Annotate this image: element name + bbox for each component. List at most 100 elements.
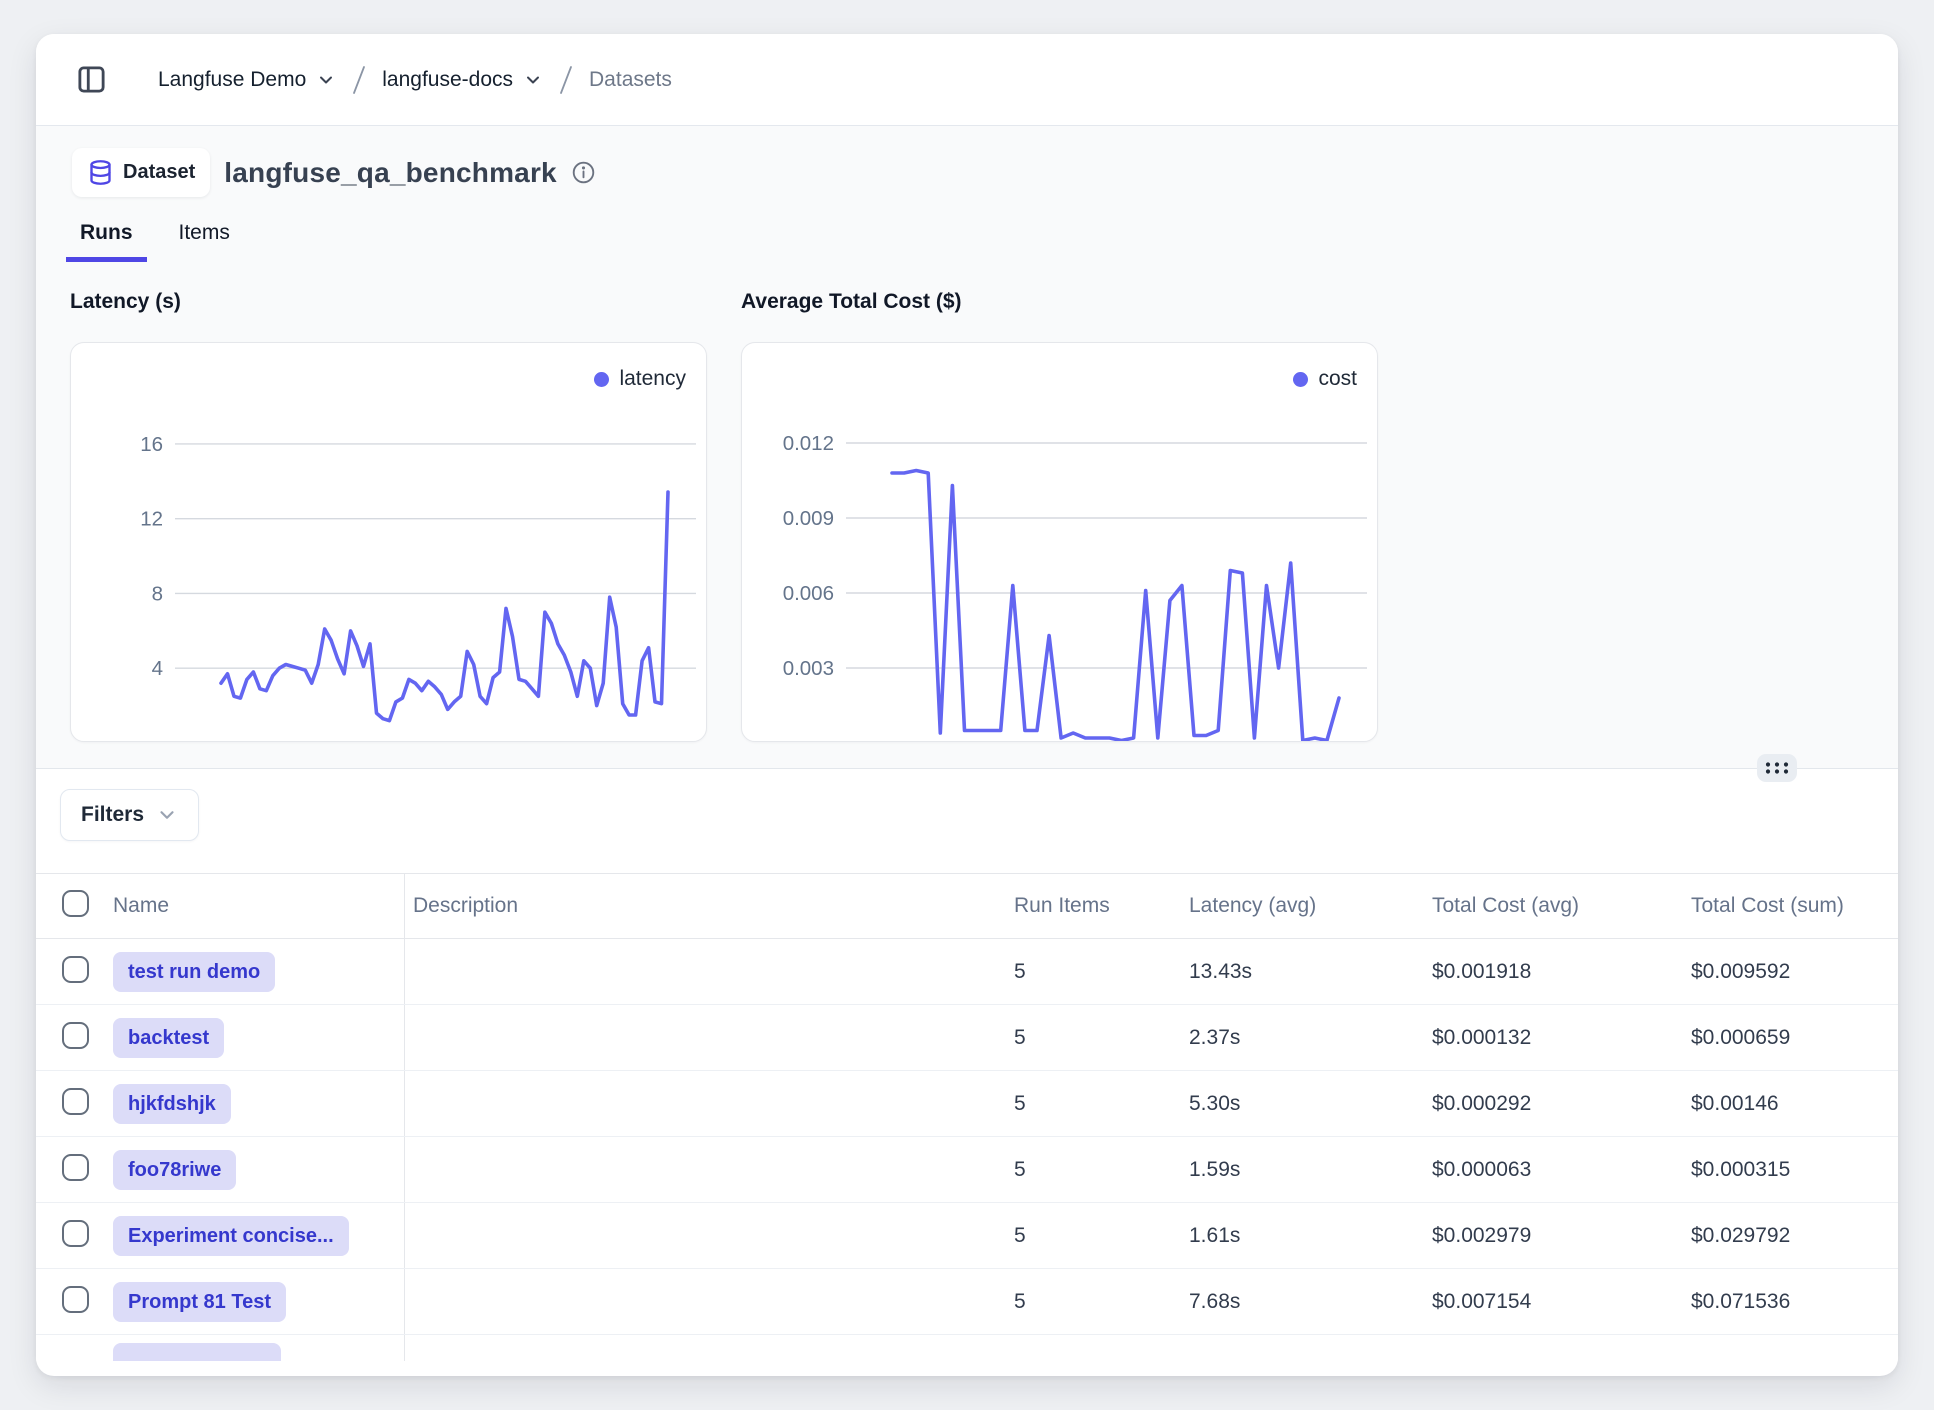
- chevron-down-icon: [316, 70, 336, 90]
- row-checkbox[interactable]: [62, 1088, 89, 1115]
- svg-text:4: 4: [152, 657, 163, 680]
- table-row[interactable]: Prompt 81 Test 5 7.68s $0.007154 $0.0715…: [36, 1269, 1898, 1335]
- latency-chart: 16 12 8 4: [71, 343, 707, 742]
- run-name-badge[interactable]: Prompt 81 Test: [113, 1282, 286, 1322]
- cost-chart-group: Average Total Cost ($) 0.0120.0090.0060.…: [741, 290, 1378, 742]
- run-total-cost-avg: $0.000292: [1432, 1092, 1691, 1116]
- run-name-badge[interactable]: test run demo: [113, 952, 275, 992]
- run-items-count: 5: [1014, 960, 1189, 984]
- table-row[interactable]: [36, 1335, 1898, 1361]
- row-checkbox[interactable]: [62, 1286, 89, 1313]
- top-header: Langfuse Demo langfuse-docs Datasets: [36, 34, 1898, 126]
- column-header-run-items[interactable]: Run Items: [1014, 894, 1189, 918]
- breadcrumb: Langfuse Demo langfuse-docs Datasets: [158, 64, 672, 96]
- cost-chart-card: 0.0120.0090.0060.003 cost: [741, 342, 1378, 742]
- svg-text:0.012: 0.012: [783, 432, 834, 455]
- cost-legend: cost: [1293, 367, 1357, 391]
- column-header-total-cost-sum[interactable]: Total Cost (sum): [1691, 894, 1898, 918]
- latency-legend: latency: [594, 367, 686, 391]
- cost-chart-title: Average Total Cost ($): [741, 290, 1378, 314]
- chevron-down-icon: [156, 804, 178, 826]
- run-name-badge[interactable]: [113, 1343, 281, 1361]
- row-checkbox[interactable]: [62, 1154, 89, 1181]
- run-name-badge[interactable]: hjkfdshjk: [113, 1084, 231, 1124]
- svg-text:16: 16: [140, 433, 163, 456]
- cost-chart: 0.0120.0090.0060.003: [742, 343, 1378, 742]
- run-latency-avg: 1.59s: [1189, 1158, 1432, 1182]
- breadcrumb-org[interactable]: Langfuse Demo: [158, 68, 336, 92]
- section-divider: [36, 768, 1898, 769]
- legend-dot-icon: [594, 372, 609, 387]
- column-header-latency-avg[interactable]: Latency (avg): [1189, 894, 1432, 918]
- run-total-cost-avg: $0.000063: [1432, 1158, 1691, 1182]
- run-total-cost-sum: $0.000315: [1691, 1158, 1898, 1182]
- run-total-cost-sum: $0.000659: [1691, 1026, 1898, 1050]
- runs-table: Name Description Run Items Latency (avg)…: [36, 873, 1898, 1361]
- row-checkbox[interactable]: [62, 956, 89, 983]
- tab-runs[interactable]: Runs: [66, 221, 147, 262]
- run-total-cost-sum: $0.071536: [1691, 1290, 1898, 1314]
- table-row[interactable]: foo78riwe 5 1.59s $0.000063 $0.000315: [36, 1137, 1898, 1203]
- table-header-row: Name Description Run Items Latency (avg)…: [36, 873, 1898, 939]
- row-checkbox[interactable]: [62, 1022, 89, 1049]
- grip-dots-icon: [1764, 760, 1790, 776]
- cost-legend-label: cost: [1318, 367, 1357, 391]
- svg-text:0.009: 0.009: [783, 507, 834, 530]
- database-icon: [87, 159, 114, 186]
- svg-text:0.006: 0.006: [783, 582, 834, 605]
- run-items-count: 5: [1014, 1026, 1189, 1050]
- select-all-checkbox[interactable]: [62, 890, 89, 917]
- tab-items[interactable]: Items: [165, 221, 244, 262]
- panel-left-icon: [76, 64, 107, 95]
- page-title: langfuse_qa_benchmark: [224, 157, 557, 189]
- run-latency-avg: 7.68s: [1189, 1290, 1432, 1314]
- page-body-lower: Filters Name Description Run Items Laten…: [36, 769, 1898, 1361]
- legend-dot-icon: [1293, 372, 1308, 387]
- breadcrumb-project[interactable]: langfuse-docs: [382, 68, 543, 92]
- run-latency-avg: 5.30s: [1189, 1092, 1432, 1116]
- run-total-cost-avg: $0.007154: [1432, 1290, 1691, 1314]
- row-checkbox[interactable]: [62, 1220, 89, 1247]
- breadcrumb-project-label: langfuse-docs: [382, 68, 513, 92]
- run-name-badge[interactable]: Experiment concise...: [113, 1216, 349, 1256]
- latency-chart-group: Latency (s) 161284 latency: [70, 290, 707, 742]
- run-total-cost-avg: $0.002979: [1432, 1224, 1691, 1248]
- breadcrumb-separator: [352, 64, 366, 96]
- latency-legend-label: latency: [619, 367, 686, 391]
- run-latency-avg: 13.43s: [1189, 960, 1432, 984]
- run-total-cost-avg: $0.001918: [1432, 960, 1691, 984]
- run-name-badge[interactable]: backtest: [113, 1018, 224, 1058]
- charts-section: Latency (s) 161284 latency Average Total…: [36, 262, 1898, 742]
- table-row[interactable]: test run demo 5 13.43s $0.001918 $0.0095…: [36, 939, 1898, 1005]
- run-items-count: 5: [1014, 1158, 1189, 1182]
- run-name-badge[interactable]: foo78riwe: [113, 1150, 236, 1190]
- run-total-cost-avg: $0.000132: [1432, 1026, 1691, 1050]
- column-header-total-cost-avg[interactable]: Total Cost (avg): [1432, 894, 1691, 918]
- run-items-count: 5: [1014, 1092, 1189, 1116]
- run-latency-avg: 1.61s: [1189, 1224, 1432, 1248]
- svg-text:8: 8: [152, 582, 163, 605]
- resize-drag-handle[interactable]: [1757, 754, 1797, 782]
- breadcrumb-section-label: Datasets: [589, 68, 672, 92]
- filters-row: Filters: [36, 769, 1898, 873]
- latency-chart-card: 16 12 8 4 latency: [70, 342, 707, 742]
- filters-button-label: Filters: [81, 803, 144, 827]
- run-items-count: 5: [1014, 1290, 1189, 1314]
- chevron-down-icon: [523, 70, 543, 90]
- svg-text:12: 12: [140, 508, 163, 531]
- dataset-title-row: Dataset langfuse_qa_benchmark: [36, 126, 1898, 197]
- column-header-name[interactable]: Name: [113, 874, 405, 938]
- table-row[interactable]: backtest 5 2.37s $0.000132 $0.000659: [36, 1005, 1898, 1071]
- info-icon[interactable]: [571, 160, 596, 185]
- table-row[interactable]: Experiment concise... 5 1.61s $0.002979 …: [36, 1203, 1898, 1269]
- tab-bar: Runs Items: [36, 221, 1898, 262]
- sidebar-toggle-button[interactable]: [74, 63, 108, 97]
- table-row[interactable]: hjkfdshjk 5 5.30s $0.000292 $0.00146: [36, 1071, 1898, 1137]
- filters-button[interactable]: Filters: [60, 789, 199, 841]
- breadcrumb-section[interactable]: Datasets: [589, 68, 672, 92]
- column-header-description[interactable]: Description: [405, 894, 1014, 918]
- run-total-cost-sum: $0.009592: [1691, 960, 1898, 984]
- dataset-badge-label: Dataset: [123, 161, 195, 184]
- run-latency-avg: 2.37s: [1189, 1026, 1432, 1050]
- app-window: Langfuse Demo langfuse-docs Datasets: [36, 34, 1898, 1376]
